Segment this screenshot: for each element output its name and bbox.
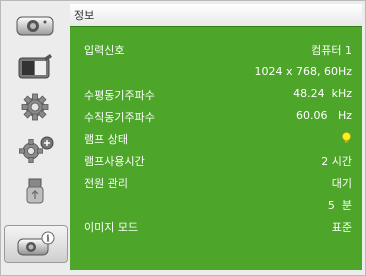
lamp-hours-label: 램프사용시간: [84, 155, 145, 168]
power-management-label: 전원 관리: [84, 177, 128, 190]
info-icon: i: [17, 231, 55, 256]
image-mode-value: 표준: [331, 221, 352, 234]
h-sync-value: 48.24 kHz: [293, 87, 352, 100]
menu-sidebar: i: [2, 4, 68, 270]
tab-display-settings[interactable]: [6, 10, 64, 40]
tab-information[interactable]: i: [4, 225, 68, 263]
usb-icon: [26, 178, 44, 204]
panel-header: 정보: [70, 4, 362, 27]
resolution-value: 1024 x 768, 60Hz: [254, 65, 352, 78]
tab-advanced-settings[interactable]: [6, 134, 64, 164]
lamp-status-icon: [342, 132, 351, 143]
page-title: 정보: [74, 9, 95, 22]
lamp-hours-value: 2 시간: [321, 155, 352, 168]
power-timer-value: 5 분: [327, 199, 352, 212]
info-row-v-sync: 수직동기주파수 60.06 Hz: [70, 106, 362, 126]
h-sync-label: 수평동기주파수: [84, 89, 155, 102]
image-adjust-icon: [18, 54, 52, 79]
info-row-input-signal: 입력신호 컴퓨터 1: [70, 39, 362, 59]
info-row-image-mode: 이미지 모드 표준: [70, 216, 362, 236]
info-row-lamp-status: 램프 상태: [70, 128, 362, 148]
info-row-power-timer: 5 분: [70, 194, 362, 214]
v-sync-value: 60.06 Hz: [295, 109, 352, 122]
info-row-h-sync: 수평동기주파수 48.24 kHz: [70, 84, 362, 104]
image-mode-label: 이미지 모드: [84, 221, 139, 234]
info-row-lamp-hours: 램프사용시간 2 시간: [70, 150, 362, 170]
v-sync-label: 수직동기주파수: [84, 111, 155, 124]
power-management-value: 대기: [331, 177, 352, 190]
tab-settings[interactable]: [6, 92, 64, 122]
tab-image-adjust[interactable]: [6, 52, 64, 82]
osd-menu-frame: i 정보 입력신호 컴퓨터 1 1024 x 768, 60Hz 수평동기주파수…: [0, 0, 366, 276]
info-row-power-management: 전원 관리 대기: [70, 172, 362, 192]
advanced-gear-icon: [19, 136, 54, 163]
svg-text:i: i: [46, 235, 50, 245]
input-signal-label: 입력신호: [84, 44, 125, 57]
information-panel: 정보 입력신호 컴퓨터 1 1024 x 768, 60Hz 수평동기주파수 4…: [70, 4, 362, 270]
lamp-status-label: 램프 상태: [84, 133, 128, 146]
gear-icon: [21, 93, 49, 121]
info-row-resolution: 1024 x 768, 60Hz: [70, 62, 362, 82]
input-signal-value: 컴퓨터 1: [311, 44, 352, 57]
tab-usb[interactable]: [6, 176, 64, 206]
display-settings-icon: [16, 16, 54, 36]
